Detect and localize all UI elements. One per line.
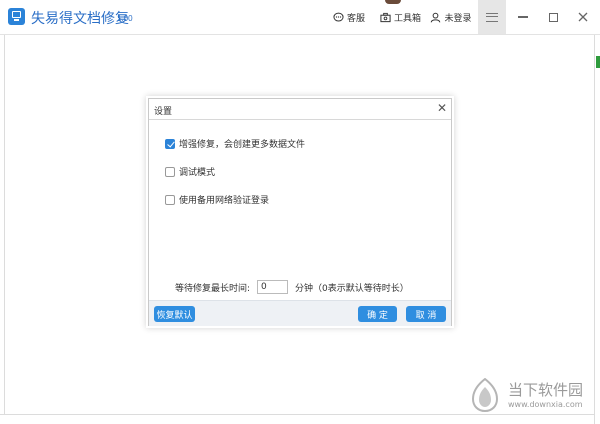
toolbox-label: 工具箱 bbox=[394, 13, 422, 24]
watermark-logo-icon bbox=[471, 378, 499, 412]
wait-time-label: 等待修复最长时间: bbox=[175, 283, 251, 294]
option-enhanced-repair[interactable]: 增强修复，会创建更多数据文件 bbox=[165, 137, 305, 150]
login-button[interactable]: 未登录 bbox=[425, 0, 477, 34]
window-bottom-edge bbox=[0, 414, 594, 415]
title-bar: 失易得文档修复 1.00 客服 工具箱 未登录 bbox=[0, 0, 600, 35]
wait-time-unit: 分钟（0表示默认等待时长） bbox=[295, 283, 409, 294]
hamburger-icon bbox=[486, 12, 498, 22]
toolbox-icon bbox=[380, 12, 391, 22]
enhanced-repair-label: 增强修复，会创建更多数据文件 bbox=[179, 140, 306, 150]
app-version: 1.00 bbox=[117, 14, 133, 23]
wait-time-row: 等待修复最长时间: 分钟（0表示默认等待时长） bbox=[175, 280, 409, 294]
side-indicator bbox=[596, 56, 600, 68]
support-button[interactable]: 客服 bbox=[333, 9, 365, 25]
minimize-button[interactable] bbox=[508, 0, 538, 34]
avatar bbox=[385, 0, 401, 4]
dialog-title: 设置 bbox=[154, 107, 173, 117]
app-title: 失易得文档修复 bbox=[31, 11, 129, 27]
debug-mode-label: 调试模式 bbox=[179, 168, 216, 178]
main-menu-button[interactable] bbox=[478, 0, 506, 34]
chat-bubble-icon bbox=[333, 12, 344, 21]
dialog-close-icon[interactable]: ✕ bbox=[437, 102, 447, 114]
dialog-footer: 恢复默认 确 定 取 消 bbox=[149, 300, 451, 326]
user-icon bbox=[431, 12, 441, 22]
window-right-edge bbox=[594, 35, 600, 424]
dialog-header: 设置 ✕ bbox=[149, 99, 451, 120]
watermark-text: 当下软件园 bbox=[508, 381, 584, 399]
close-window-button[interactable] bbox=[568, 0, 598, 34]
close-icon bbox=[578, 12, 588, 22]
toolbox-button[interactable]: 工具箱 bbox=[380, 9, 421, 25]
backup-network-label: 使用备用网络验证登录 bbox=[179, 196, 270, 206]
ok-button[interactable]: 确 定 bbox=[358, 306, 397, 322]
maximize-button[interactable] bbox=[538, 0, 568, 34]
enhanced-repair-checkbox[interactable] bbox=[165, 138, 175, 149]
support-label: 客服 bbox=[347, 13, 366, 24]
app-logo-icon bbox=[8, 8, 25, 25]
cancel-button[interactable]: 取 消 bbox=[406, 306, 446, 322]
minimize-icon bbox=[518, 16, 528, 18]
watermark-url: www.downxia.com bbox=[508, 400, 583, 409]
backup-network-checkbox[interactable] bbox=[165, 194, 175, 205]
wait-time-input[interactable] bbox=[257, 280, 289, 294]
restore-defaults-button[interactable]: 恢复默认 bbox=[154, 306, 195, 322]
settings-dialog: 设置 ✕ 增强修复，会创建更多数据文件 调试模式 使用备用网络验证登录 等待修复… bbox=[148, 98, 452, 326]
debug-mode-checkbox[interactable] bbox=[165, 166, 175, 177]
window-left-edge bbox=[0, 35, 5, 415]
option-debug-mode[interactable]: 调试模式 bbox=[165, 165, 215, 178]
option-backup-network[interactable]: 使用备用网络验证登录 bbox=[165, 193, 269, 206]
login-label: 未登录 bbox=[444, 13, 472, 24]
maximize-icon bbox=[548, 12, 558, 22]
